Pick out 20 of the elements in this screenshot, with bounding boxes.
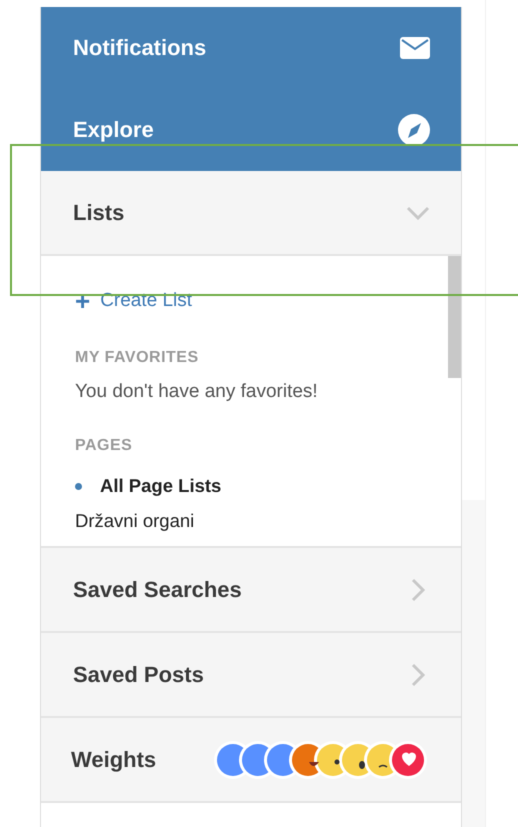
list-item[interactable]: All Page Lists (75, 475, 461, 497)
sidebar-item[interactable]: Weights (41, 718, 461, 803)
sidebar-item[interactable]: Saved Posts (41, 633, 461, 718)
compass-icon (397, 113, 431, 147)
sidebar-item-label: Saved Searches (73, 576, 242, 602)
sidebar-item-label: Weights (71, 746, 156, 772)
list-item[interactable]: Državni organi (75, 510, 461, 532)
sidebar-item-label: Notifications (73, 35, 206, 61)
sidebar-item-label: Lists (73, 200, 124, 226)
sidebar-item-label: Explore (73, 117, 154, 143)
sidebar-item-label: Saved Posts (73, 662, 204, 688)
empty-message: You don't have any favorites! (75, 381, 319, 403)
sidebar-item[interactable]: Saved Searches (41, 548, 461, 633)
sidebar-item[interactable]: Notifications (41, 7, 461, 89)
scrollbar-thumb[interactable] (448, 256, 461, 378)
group-heading: PAGES (75, 437, 134, 455)
mail-icon (399, 36, 431, 60)
group-heading: MY FAVORITES (75, 349, 200, 367)
sidebar-item[interactable]: Explore (41, 89, 461, 171)
sidebar-item[interactable]: Lists (41, 171, 461, 256)
